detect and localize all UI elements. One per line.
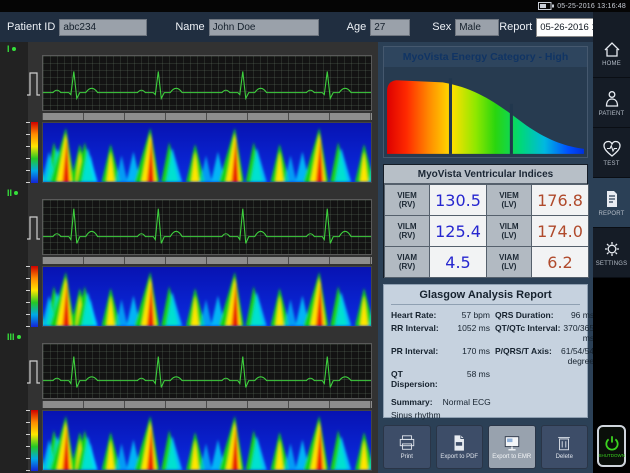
pdf-file-icon — [450, 434, 468, 452]
printer-icon — [398, 434, 416, 452]
index-label: VIEM(LV) — [487, 185, 532, 216]
ventricular-indices-card: MyoVista Ventricular Indices VIEM(RV) 13… — [383, 164, 588, 278]
calibration-pulse-icon — [26, 199, 41, 255]
energy-spectrum-chart — [384, 67, 587, 157]
heart-pulse-icon — [602, 139, 622, 159]
gear-icon — [602, 239, 622, 259]
patient-id-label: Patient ID — [7, 21, 55, 33]
lead-indicator-dot — [14, 191, 18, 195]
ecg-trace-lead-II — [42, 199, 372, 255]
colorbar-ticks — [26, 410, 30, 471]
battery-icon — [538, 2, 554, 10]
index-value-rv: 125.4 — [430, 216, 487, 247]
power-button[interactable]: SHUTDOWN — [597, 425, 626, 467]
myovista-app: 05-25-2016 13:16:48 Patient ID Name Age … — [0, 0, 630, 473]
ecg-region: I — [0, 42, 378, 473]
patient-bar: Patient ID Name Age Sex Report 05-26-201… — [0, 12, 630, 42]
index-value-lv: 6.2 — [532, 247, 589, 278]
spectrogram-lead-III — [42, 410, 372, 471]
index-value-lv: 174.0 — [532, 216, 589, 247]
colorbar — [31, 410, 38, 471]
ecg-trace-lead-III — [42, 343, 372, 399]
colorbar — [31, 122, 38, 183]
report-label: Report — [499, 21, 532, 33]
index-label: VIAM(LV) — [487, 247, 532, 278]
ventricular-indices-table: VIEM(RV) 130.5 VIEM(LV) 176.8 VILM(RV) 1… — [384, 184, 589, 278]
spectrogram-lead-I — [42, 122, 372, 183]
spectrogram-lead-II — [42, 266, 372, 327]
home-icon — [602, 39, 622, 59]
emr-monitor-icon — [503, 434, 521, 452]
sidebar-item-report[interactable]: REPORT — [593, 178, 630, 228]
name-label: Name — [175, 21, 204, 33]
power-icon — [603, 434, 621, 452]
ventricular-indices-title: MyoVista Ventricular Indices — [384, 165, 587, 184]
sidebar-filler — [593, 278, 630, 419]
time-axis-strip — [42, 257, 372, 264]
ecg-panel-lead-II: II — [0, 186, 378, 329]
glasgow-report-title: Glasgow Analysis Report — [391, 289, 580, 305]
patient-icon — [602, 89, 622, 109]
trash-icon — [555, 434, 573, 452]
sidebar-item-test[interactable]: TEST — [593, 128, 630, 178]
system-datetime: 05-25-2016 13:16:48 — [557, 3, 626, 10]
report-panel: MyoVista Energy Category - High MyoVista… — [378, 42, 593, 473]
glasgow-summary: Summary:Normal ECG — [391, 397, 580, 407]
lead-label-III: III — [7, 332, 21, 342]
time-axis-strip — [42, 401, 372, 408]
table-row: VILM(RV) 125.4 VILM(LV) 174.0 — [385, 216, 589, 247]
lead-label-I: I — [7, 44, 16, 54]
sex-field[interactable] — [455, 19, 499, 36]
sex-label: Sex — [432, 21, 451, 33]
age-label: Age — [347, 21, 367, 33]
index-label: VIEM(RV) — [385, 185, 430, 216]
nav-sidebar: HOME PATIENT TEST REPORT — [593, 12, 630, 473]
delete-button[interactable]: Delete — [541, 425, 589, 469]
index-value-rv: 4.5 — [430, 247, 487, 278]
power-area: SHUTDOWN — [593, 419, 630, 473]
colorbar-ticks — [26, 122, 30, 183]
glasgow-rhythm: Sinus rhythm — [391, 410, 580, 420]
colorbar — [31, 266, 38, 327]
sidebar-item-settings[interactable]: SETTINGS — [593, 228, 630, 278]
energy-category-card: MyoVista Energy Category - High — [383, 46, 588, 158]
index-value-rv: 130.5 — [430, 185, 487, 216]
index-value-lv: 176.8 — [532, 185, 589, 216]
age-field[interactable] — [370, 19, 410, 36]
lead-indicator-dot — [17, 335, 21, 339]
time-axis-strip — [42, 113, 372, 120]
export-emr-button[interactable]: Export to EMR — [488, 425, 536, 469]
status-bar: 05-25-2016 13:16:48 — [0, 0, 630, 12]
action-buttons: Print Export to PDF — [383, 425, 588, 469]
glasgow-measurements: Heart Rate:57 bpm QRS Duration:96 ms RR … — [391, 310, 580, 389]
glasgow-report-card: Glasgow Analysis Report Heart Rate:57 bp… — [383, 284, 588, 418]
lead-label-II: II — [7, 188, 18, 198]
ecg-panel-lead-III: III — [0, 330, 378, 473]
sidebar-item-home[interactable]: HOME — [593, 28, 630, 78]
calibration-pulse-icon — [26, 55, 41, 111]
print-button[interactable]: Print — [383, 425, 431, 469]
table-row: VIAM(RV) 4.5 VIAM(LV) 6.2 — [385, 247, 589, 278]
energy-category-title: MyoVista Energy Category - High — [384, 47, 587, 67]
calibration-pulse-icon — [26, 343, 41, 399]
ecg-trace-lead-I — [42, 55, 372, 111]
lead-indicator-dot — [12, 47, 16, 51]
patient-id-field[interactable] — [59, 19, 147, 36]
index-label: VILM(LV) — [487, 216, 532, 247]
export-pdf-button[interactable]: Export to PDF — [436, 425, 484, 469]
index-label: VILM(RV) — [385, 216, 430, 247]
index-label: VIAM(RV) — [385, 247, 430, 278]
colorbar-ticks — [26, 266, 30, 327]
name-field[interactable] — [209, 19, 319, 36]
sidebar-item-patient[interactable]: PATIENT — [593, 78, 630, 128]
ecg-panel-lead-I: I — [0, 42, 378, 185]
report-icon — [602, 189, 622, 209]
table-row: VIEM(RV) 130.5 VIEM(LV) 176.8 — [385, 185, 589, 216]
